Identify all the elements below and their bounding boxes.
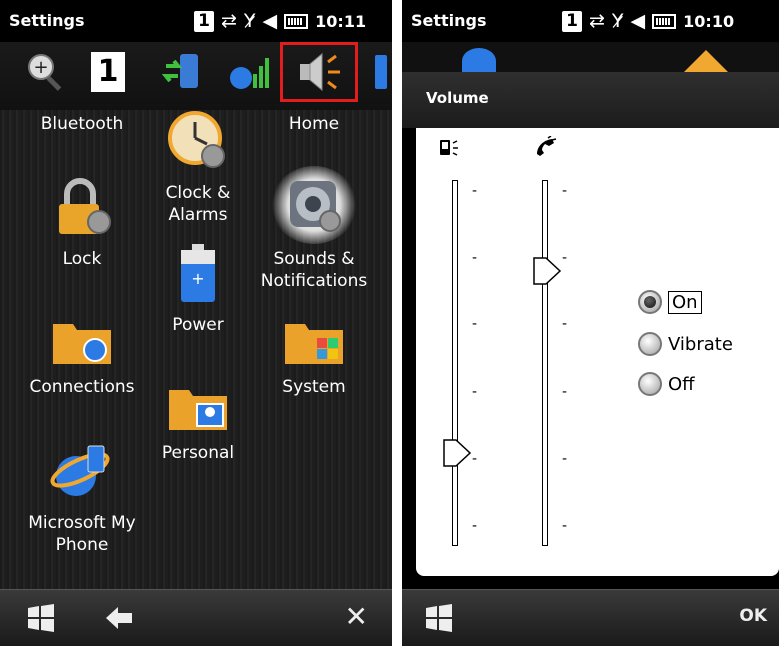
tick-mark: - [472,384,478,400]
page-number-icon[interactable]: 1 [88,42,128,102]
speaker-icon[interactable] [280,42,358,102]
tick-mark: - [562,384,568,400]
app-sounds-notifications[interactable]: Sounds & Notifications [250,166,378,292]
settings-screen: Settings 1 ⇄ Y̷ ◀ 10:11 + 1 Bluetooth Cl… [0,0,392,646]
app-label: Sounds & Notifications [260,249,368,291]
radio-on[interactable]: On [638,290,702,314]
radio-label: Off [668,373,695,395]
battery-app-icon: + [146,244,250,310]
speaker-settings-icon [271,166,357,244]
app-microsoft-my-phone[interactable]: Microsoft My Phone [16,440,148,556]
tick-mark: - [562,183,568,199]
app-bluetooth[interactable]: Bluetooth [20,113,144,135]
system-folder-icon [262,316,366,372]
radio-off[interactable]: Off [638,372,695,396]
battery-icon [652,13,677,29]
radio-button[interactable] [638,372,662,396]
page-number: 1 [91,52,125,92]
zoom-icon[interactable]: + [20,42,70,102]
volume-dialog: - - - - - - - - - - - - On Vibrate Off [416,128,779,576]
tick-mark: - [562,250,568,266]
app-label: Connections [29,377,135,397]
volume-icon: ◀ [262,10,278,32]
data-sync-icon: ⇄ [589,10,605,32]
app-home[interactable]: Home [262,113,366,135]
lock-icon [30,176,134,244]
app-system[interactable]: System [262,316,366,398]
close-button[interactable]: ✕ [345,600,368,633]
app-label: Clock & Alarms [165,183,231,225]
ok-button[interactable]: OK [739,606,767,626]
tick-mark: - [562,316,568,332]
app-label: Lock [62,249,102,269]
app-label: System [282,377,346,397]
radio-button[interactable] [638,290,662,314]
svg-text:+: + [33,57,48,78]
tick-mark: - [562,451,568,467]
sync-icon[interactable] [160,42,208,102]
slider-track [452,180,458,546]
windows-start-icon[interactable] [26,604,56,636]
radio-button[interactable] [638,332,662,356]
data-sync-icon: ⇄ [221,10,237,32]
app-label: Home [288,114,340,134]
partial-tab-icon [462,48,496,74]
phone-ringer-icon [438,138,464,162]
windows-start-icon[interactable] [424,604,454,636]
softkey-bar: ✕ [0,589,392,646]
app-label: Power [172,315,224,335]
clock-icon [140,110,256,178]
slider-thumb[interactable] [442,438,472,472]
volume-dialog-screen: Settings 1 ⇄ Y̷ ◀ 10:10 Volume - - - - -… [402,0,779,646]
back-arrow-icon[interactable] [104,604,134,636]
status-title: Settings [9,11,85,30]
personal-folder-icon [146,382,250,438]
connections-folder-icon [20,316,144,372]
tick-mark: - [472,183,478,199]
app-connections[interactable]: Connections [20,316,144,398]
connection-icon[interactable] [226,42,276,102]
slider-track [542,180,548,546]
slider-thumb[interactable] [532,256,562,290]
app-label: Personal [161,443,235,463]
sim-indicator: 1 [562,10,582,32]
clock: 10:11 [315,11,367,31]
tick-mark: - [472,250,478,266]
call-volume-icon [534,135,558,162]
app-label: Bluetooth [40,114,124,134]
app-lock[interactable]: Lock [30,176,134,270]
my-phone-icon [16,440,148,508]
tick-mark: - [562,518,568,534]
dialog-title: Volume [426,89,489,107]
battery-tab-icon[interactable] [370,42,392,102]
clock: 10:10 [683,11,735,31]
battery-icon [284,13,309,29]
radio-vibrate[interactable]: Vibrate [638,332,733,356]
volume-icon: ◀ [630,10,646,32]
home-tab-icon [684,50,728,72]
no-signal-icon: Y̷ [611,10,624,32]
status-title: Settings [411,11,487,30]
dialog-header: Volume [402,72,779,128]
app-power[interactable]: + Power [146,244,250,336]
tick-mark: - [472,451,478,467]
app-personal[interactable]: Personal [146,382,250,464]
svg-text:+: + [191,269,204,288]
radio-label: On [668,290,702,314]
sim-indicator: 1 [194,10,214,32]
tick-mark: - [472,518,478,534]
settings-tab-strip: + 1 [0,42,392,111]
status-bar: Settings 1 ⇄ Y̷ ◀ 10:11 [0,0,392,42]
status-bar: Settings 1 ⇄ Y̷ ◀ 10:10 [402,0,779,42]
no-signal-icon: Y̷ [243,10,256,32]
app-label: Microsoft My Phone [28,513,136,555]
radio-label: Vibrate [668,333,733,355]
softkey-bar: OK [402,589,779,646]
tick-mark: - [472,316,478,332]
app-clock-alarms[interactable]: Clock & Alarms [140,110,256,226]
